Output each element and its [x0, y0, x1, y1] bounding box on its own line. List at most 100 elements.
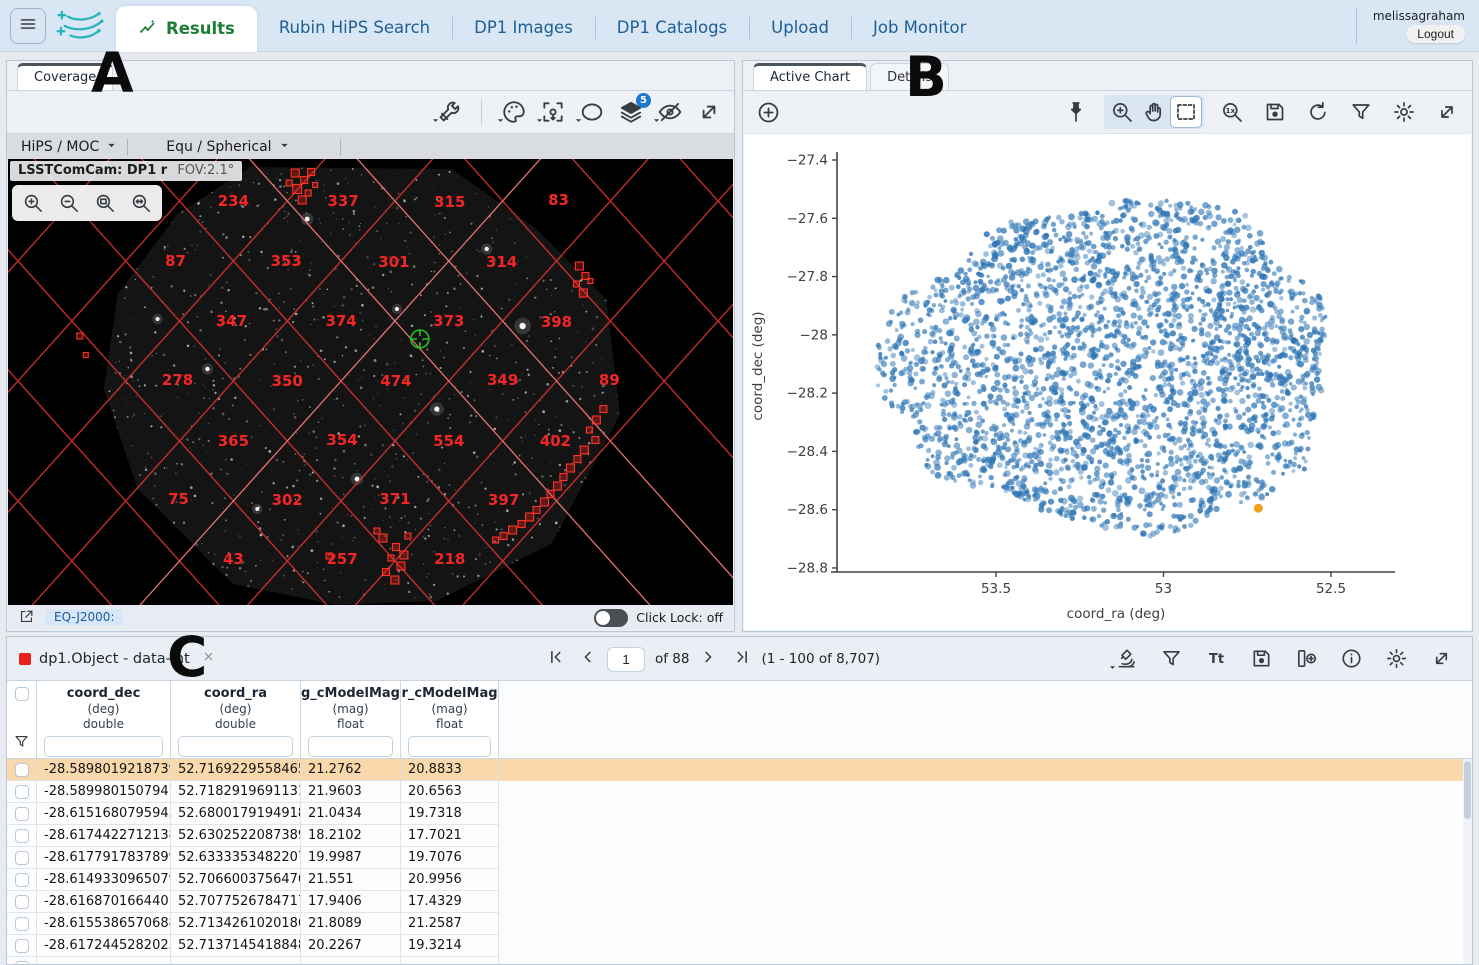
table-row[interactable]: -28.61516807959453652.6800179194918821.0… [7, 803, 1472, 825]
table-row[interactable]: -28.61687016644013752.70775267847175617.… [7, 891, 1472, 913]
projection-dropdown[interactable]: Equ / Spherical [166, 139, 289, 155]
last-page-button[interactable] [733, 648, 751, 670]
page-number-input[interactable] [607, 647, 645, 672]
tab-active-chart[interactable]: Active Chart [753, 63, 867, 90]
restore-icon[interactable] [1303, 97, 1333, 127]
cell-g_cModelMag: 21.8089 [301, 913, 401, 935]
settings-icon[interactable] [1389, 97, 1419, 127]
row-checkbox[interactable] [15, 785, 29, 799]
table-panel: dp1.Object - data-int of 88 (1 - 100 of … [6, 636, 1473, 965]
expand-icon[interactable] [694, 97, 724, 127]
filter-icon[interactable] [1346, 97, 1376, 127]
next-page-button[interactable] [699, 648, 717, 670]
row-checkbox[interactable] [15, 829, 29, 843]
table-row[interactable]: -28.61779178378994452.6333353482207619.9… [7, 847, 1472, 869]
row-checkbox[interactable] [15, 895, 29, 909]
column-filter-input-coord_ra[interactable] [178, 736, 293, 757]
expand-icon[interactable] [1426, 644, 1456, 674]
column-header-g_cModelMag[interactable]: g_cModelMag(mag)float [301, 681, 401, 758]
select-all-checkbox[interactable] [15, 687, 29, 701]
zoom-in-icon[interactable] [1107, 97, 1137, 127]
filter-icon[interactable] [13, 733, 30, 754]
recenter-icon[interactable] [538, 97, 568, 127]
zoom-out-icon[interactable] [54, 188, 84, 218]
ellipse-select-icon[interactable] [577, 97, 607, 127]
zoom-fill-icon[interactable] [126, 188, 156, 218]
row-checkbox[interactable] [15, 807, 29, 821]
svg-text:234: 234 [218, 192, 249, 210]
column-header-r_cModelMag[interactable]: r_cModelMag(mag)float [401, 681, 499, 758]
tools-icon[interactable] [434, 97, 464, 127]
inspect-icon[interactable] [1111, 644, 1141, 674]
nav-tab-dp1-catalogs[interactable]: DP1 Catalogs [595, 3, 749, 52]
table-scrollbar[interactable] [1463, 759, 1472, 964]
visibility-off-icon[interactable] [655, 97, 685, 127]
filter-icon[interactable] [1156, 644, 1186, 674]
svg-text:474: 474 [380, 372, 411, 390]
first-page-button[interactable] [547, 648, 565, 670]
text-view-icon[interactable]: Tt [1201, 644, 1231, 674]
nav-tab-dp1-images[interactable]: DP1 Images [452, 3, 595, 52]
save-icon[interactable] [1260, 97, 1290, 127]
svg-text:1x: 1x [1225, 106, 1235, 115]
row-filler [499, 869, 1472, 891]
info-icon[interactable] [1336, 644, 1366, 674]
save-icon[interactable] [1246, 644, 1276, 674]
column-unit: (mag) [332, 702, 368, 717]
column-filter-input-r_cModelMag[interactable] [408, 736, 491, 757]
cell-g_cModelMag: 21.551 [301, 869, 401, 891]
prev-page-button[interactable] [579, 648, 597, 670]
cell-coord_ra: 52.71692295584654 [171, 759, 301, 781]
row-checkbox[interactable] [15, 939, 29, 953]
svg-text:−28.8: −28.8 [787, 560, 828, 576]
table-row[interactable]: -28.6172445282025952.7137145418848720.22… [7, 935, 1472, 957]
row-checkbox[interactable] [15, 763, 29, 777]
pan-hand-icon[interactable] [1139, 97, 1169, 127]
cell-r_cModelMag: 20.9956 [401, 869, 499, 891]
cell-coord_dec: -28.614933096507997 [37, 869, 171, 891]
page-count-label: of 88 [655, 651, 689, 667]
nav-tab-results[interactable]: Results [116, 6, 257, 52]
row-checkbox[interactable] [15, 851, 29, 865]
table-rows: -28.58980192187390752.7169229558465421.2… [7, 759, 1472, 964]
table-row[interactable]: -28.61744227121383652.63025220873894518.… [7, 825, 1472, 847]
column-filter-input-g_cModelMag[interactable] [308, 736, 393, 757]
settings-icon[interactable] [1381, 644, 1411, 674]
add-column-icon[interactable] [1291, 644, 1321, 674]
palette-icon[interactable] [499, 97, 529, 127]
pin-icon[interactable] [1061, 97, 1091, 127]
select-rect-icon[interactable] [1171, 97, 1201, 127]
table-row[interactable]: -28.61493309650799752.7066003756476721.5… [7, 869, 1472, 891]
table-row[interactable]: -28.61553865706888552.7134261020186321.8… [7, 913, 1472, 935]
svg-text:218: 218 [434, 550, 465, 568]
zoom-in-icon[interactable] [18, 188, 48, 218]
column-header-coord_ra[interactable]: coord_ra(deg)double [171, 681, 301, 758]
svg-text:−28.6: −28.6 [787, 502, 828, 518]
click-lock-toggle[interactable] [594, 609, 628, 627]
layers-icon[interactable]: 5 [616, 97, 646, 127]
external-link-icon[interactable] [18, 608, 35, 628]
nav-tab-rubin-hips-search[interactable]: Rubin HiPS Search [257, 3, 452, 52]
circle-plus-icon[interactable] [753, 97, 783, 127]
row-checkbox[interactable] [15, 917, 29, 931]
svg-text:43: 43 [223, 550, 244, 568]
zoom-original-icon[interactable]: 1x [1217, 97, 1247, 127]
nav-tab-upload[interactable]: Upload [749, 3, 851, 52]
scrollbar-thumb[interactable] [1464, 761, 1471, 819]
chart-area[interactable]: −27.4−27.6−27.8−28−28.2−28.4−28.6−28.853… [744, 133, 1471, 630]
table-row[interactable] [7, 957, 1472, 964]
logout-button[interactable]: Logout [1406, 25, 1465, 43]
expand-icon[interactable] [1432, 97, 1462, 127]
column-filter-input-coord_dec[interactable] [44, 736, 163, 757]
hips-moc-dropdown[interactable]: HiPS / MOC [21, 139, 117, 155]
cell-coord_dec: -28.615168079594536 [37, 803, 171, 825]
table-row[interactable]: -28.58998015079471652.7182919691131721.9… [7, 781, 1472, 803]
zoom-fit-icon[interactable] [90, 188, 120, 218]
sky-coverage-image[interactable]: 2343373158387353301314347374373398278350… [8, 159, 733, 605]
row-checkbox[interactable] [15, 961, 29, 965]
coord-system-chip[interactable]: EQ-J2000: [45, 609, 123, 626]
table-row[interactable]: -28.58980192187390752.7169229558465421.2… [7, 759, 1472, 781]
hamburger-menu-button[interactable] [10, 8, 46, 44]
row-checkbox[interactable] [15, 873, 29, 887]
column-header-coord_dec[interactable]: coord_dec(deg)double [37, 681, 171, 758]
